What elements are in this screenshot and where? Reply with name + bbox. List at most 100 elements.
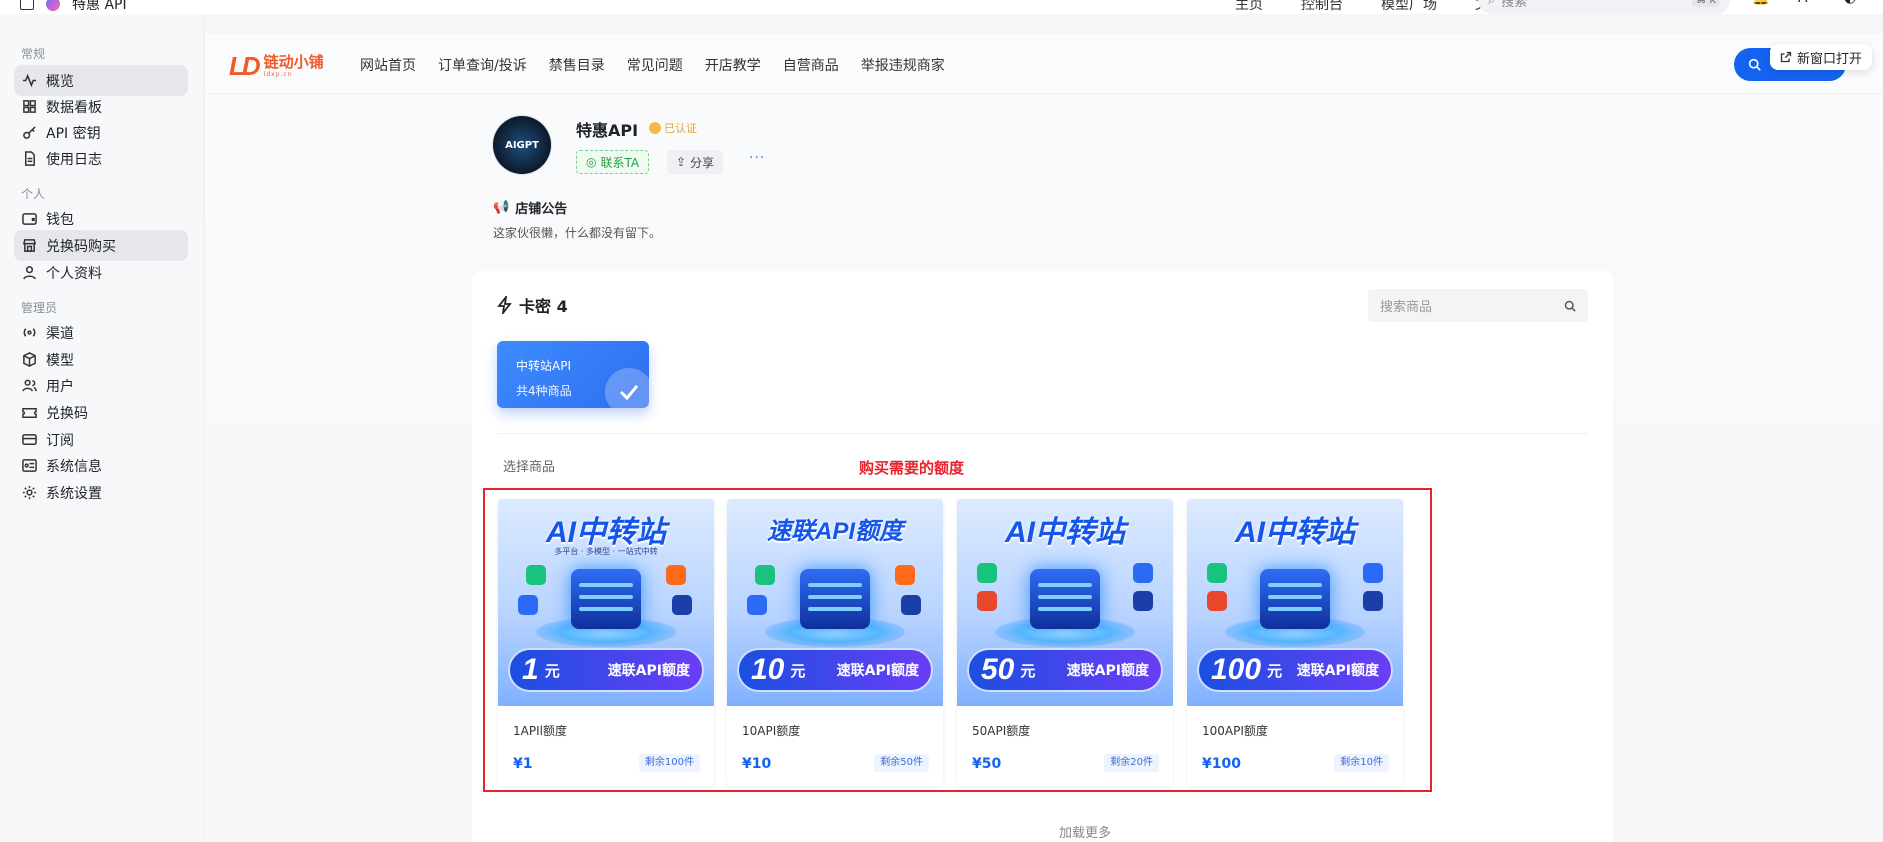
category-count: 共4种商品 <box>516 384 572 398</box>
sidebar-section-personal: 个人 <box>21 187 46 201</box>
product-price: ¥10 <box>742 756 772 772</box>
product-price: ¥1 <box>513 756 533 772</box>
server-icon <box>1030 569 1100 629</box>
sidebar-item-label: 系统信息 <box>46 458 102 475</box>
gemini-icon <box>977 591 997 611</box>
sparkle-icon <box>1133 563 1153 583</box>
sidebar-item-profile[interactable]: 个人资料 <box>14 257 188 288</box>
sparkle-icon <box>747 595 767 615</box>
shop-avatar-text: AIGPT <box>505 139 539 151</box>
shop-logo[interactable]: LD 链动小铺 ldxp.cn <box>229 51 324 82</box>
product-image: AI中转站 100 元 速联API额度 <box>1187 499 1403 706</box>
open-new-window-button[interactable]: 新窗口打开 <box>1770 44 1873 70</box>
product-info: 50API额度 ¥50 剩余20件 <box>957 706 1173 786</box>
shop-links: 网站首页 订单查询/投诉 禁售目录 常见问题 开店教学 自营商品 举报违规商家 <box>360 55 945 75</box>
users-icon <box>22 379 37 392</box>
product-image-price-band: 100 元 速联API额度 <box>1197 648 1393 692</box>
shop-link-report[interactable]: 举报违规商家 <box>861 55 945 75</box>
sidebar-item-label: 个人资料 <box>46 265 102 282</box>
top-search-placeholder: 搜索 <box>1501 0 1528 10</box>
product-image-label: 速联API额度 <box>607 663 690 679</box>
top-nav: 主页 控制台 模型广场 文档 <box>1235 0 1503 14</box>
product-image-subtitle: 多平台 · 多模型 · 一站式中转 <box>554 547 658 556</box>
product-card[interactable]: AI中转站 100 元 速联API额度 100API额度 ¥100 剩余10件 <box>1187 499 1403 786</box>
openai-icon <box>755 565 775 585</box>
shop-link-tutorial[interactable]: 开店教学 <box>705 55 761 75</box>
goods-search-input[interactable]: 搜索商品 <box>1368 289 1588 322</box>
sidebar-item-label: 订阅 <box>46 432 74 449</box>
share-button[interactable]: ⇪ 分享 <box>667 150 724 174</box>
product-image-amount: 100 <box>1211 653 1262 686</box>
product-image-amount: 50 <box>981 653 1015 686</box>
product-info: 1APIl额度 ¥1 剩余100件 <box>498 706 714 786</box>
deepseek-icon <box>901 595 921 615</box>
meta-icon <box>1363 591 1383 611</box>
openai-icon <box>526 565 546 585</box>
store-icon <box>22 239 37 252</box>
product-card[interactable]: AI中转站 多平台 · 多模型 · 一站式中转 1 元 速联API额度 1API… <box>498 499 714 786</box>
topnav-models[interactable]: 模型广场 <box>1381 0 1437 14</box>
topnav-console[interactable]: 控制台 <box>1301 0 1343 14</box>
shop-frame: LD 链动小铺 ldxp.cn 网站首页 订单查询/投诉 禁售目录 常见问题 开… <box>205 34 1883 842</box>
app-brand[interactable]: 特惠 API <box>20 0 127 14</box>
shop-link-faq[interactable]: 常见问题 <box>627 55 683 75</box>
product-image-unit: 元 <box>544 661 560 680</box>
top-bar: 特惠 API 主页 控制台 模型广场 文档 ⌕ 搜索 ⌘ K 🔔 A ◐ <box>0 0 1883 14</box>
claude-icon <box>895 565 915 585</box>
gear-icon <box>22 485 37 500</box>
annotation-text: 购买需要的额度 <box>859 459 965 477</box>
product-image-price-band: 10 元 速联API额度 <box>737 648 933 692</box>
wallet-icon <box>22 213 37 225</box>
translate-icon[interactable]: A <box>1798 0 1814 6</box>
category-card[interactable]: 中转站API 共4种商品 <box>497 341 649 408</box>
megaphone-icon: 📢 <box>493 200 510 215</box>
sidebar: 常规 概览 数据看板 API 密钥 使用日志 个人 钱包 兑换码购买 个人资料 … <box>0 14 204 842</box>
share-icon: ⇪ <box>676 155 687 169</box>
app-logo-icon <box>46 0 60 11</box>
sidebar-item-usage-logs[interactable]: 使用日志 <box>14 143 188 174</box>
sparkle-icon <box>518 595 538 615</box>
verified-badge: 已认证 <box>649 120 697 136</box>
server-icon <box>571 569 641 629</box>
palette-icon[interactable]: ◐ <box>1844 0 1860 6</box>
contact-label: 联系TA <box>600 155 640 170</box>
file-text-icon <box>25 151 35 166</box>
search-shortcut-badge: ⌘ K <box>1692 0 1720 7</box>
dashboard-icon <box>23 100 36 113</box>
product-name: 100API额度 <box>1202 724 1268 738</box>
sidebar-item-label: 使用日志 <box>46 151 102 168</box>
sidebar-item-label: 模型 <box>46 352 74 369</box>
load-more-button[interactable]: 加载更多 <box>1059 822 1111 841</box>
bell-icon[interactable]: 🔔 <box>1752 0 1769 6</box>
top-icons: 🔔 A ◐ <box>1752 0 1860 6</box>
search-icon <box>1564 300 1576 312</box>
topnav-home[interactable]: 主页 <box>1235 0 1263 14</box>
sidebar-toggle-icon[interactable] <box>20 0 34 10</box>
shop-link-order-query[interactable]: 订单查询/投诉 <box>438 55 527 75</box>
top-search-input[interactable]: ⌕ 搜索 ⌘ K <box>1478 0 1730 14</box>
product-card[interactable]: 速联API额度 10 元 速联API额度 10API额度 ¥10 剩余50件 <box>727 499 943 786</box>
category-name: 中转站API <box>516 359 571 373</box>
openai-icon <box>977 563 997 583</box>
shop-link-own-products[interactable]: 自营商品 <box>783 55 839 75</box>
shop-logo-sub: ldxp.cn <box>263 71 293 78</box>
activity-icon <box>22 73 37 88</box>
search-icon: ⌕ <box>1488 0 1496 8</box>
shop-link-home[interactable]: 网站首页 <box>360 55 416 75</box>
openai-icon <box>1207 563 1227 583</box>
sidebar-item-label: 概览 <box>46 73 74 90</box>
key-icon <box>23 126 36 139</box>
product-image: AI中转站 50 元 速联API额度 <box>957 499 1173 706</box>
product-image-headline: AI中转站 <box>1005 516 1125 549</box>
sidebar-item-label: API 密钥 <box>46 125 101 142</box>
product-image-price-band: 50 元 速联API额度 <box>967 648 1163 692</box>
shop-link-banned-list[interactable]: 禁售目录 <box>549 55 605 75</box>
product-card[interactable]: AI中转站 50 元 速联API额度 50API额度 ¥50 剩余20件 <box>957 499 1173 786</box>
more-button[interactable]: ··· <box>749 150 765 166</box>
box-icon <box>23 352 36 367</box>
contact-button[interactable]: ◎ 联系TA <box>576 150 650 174</box>
sidebar-item-settings[interactable]: 系统设置 <box>14 477 188 508</box>
ticket-icon <box>22 408 37 418</box>
product-stock-badge: 剩余20件 <box>1104 754 1159 772</box>
select-products-label: 选择商品 <box>503 460 556 475</box>
